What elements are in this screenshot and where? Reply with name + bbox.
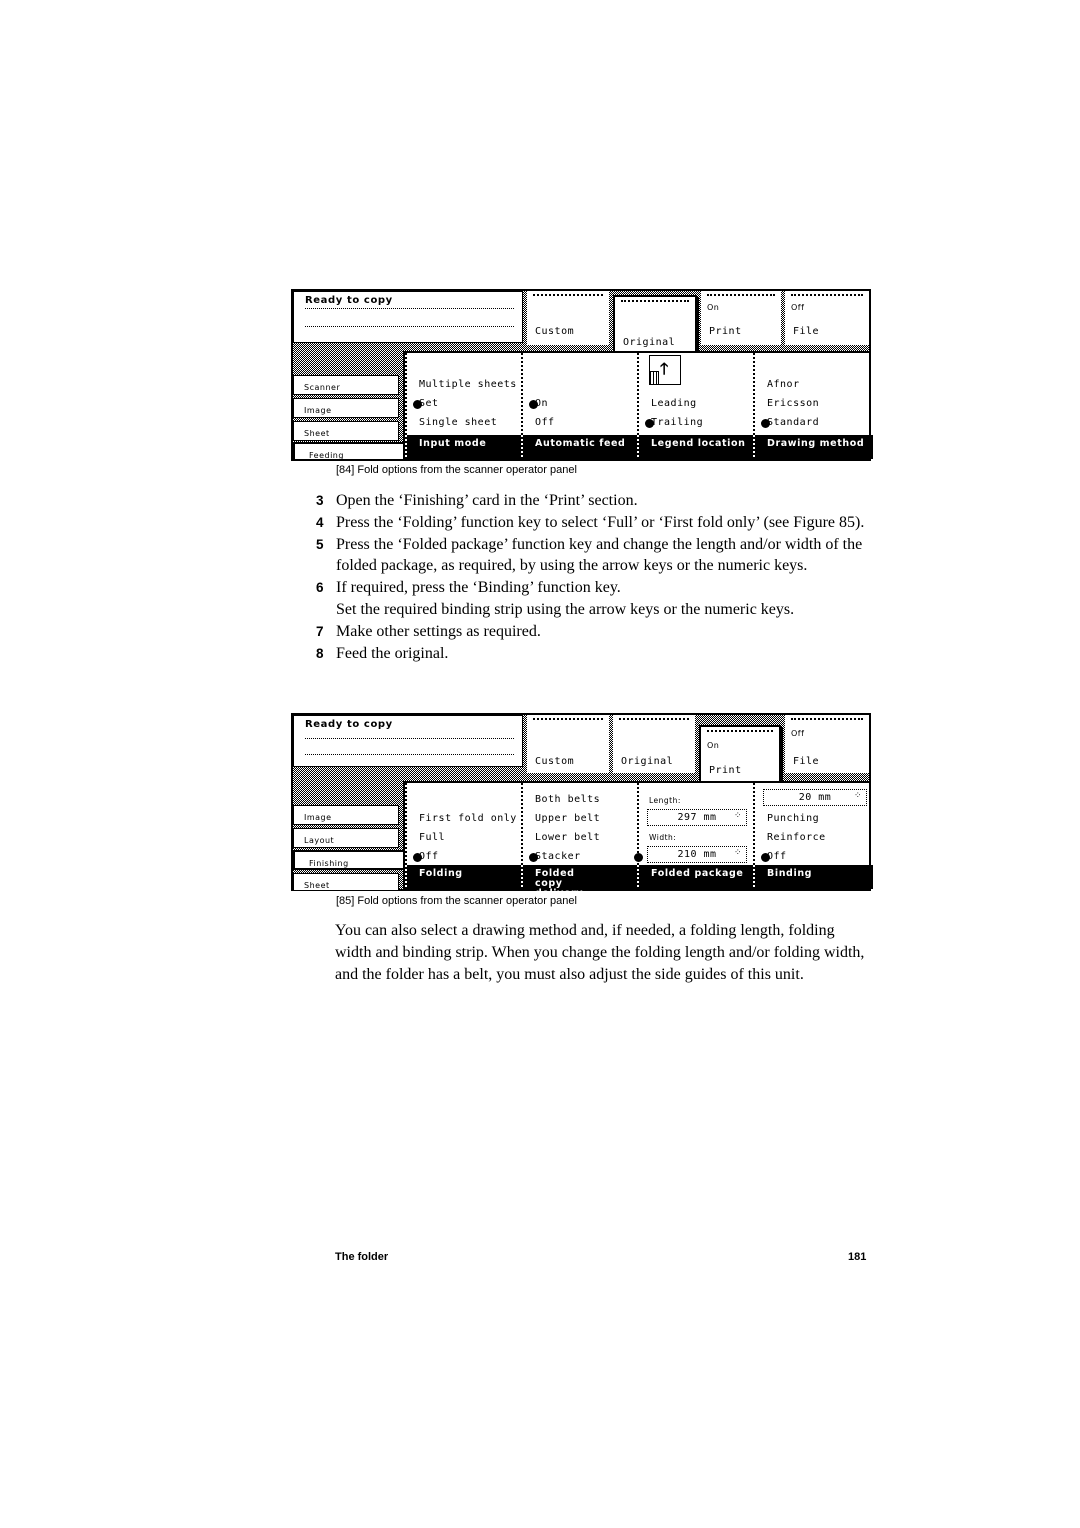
- selected-bullet-icon: [761, 853, 770, 862]
- body-paragraph: You can also select a drawing method and…: [335, 922, 865, 983]
- divider: [305, 308, 514, 309]
- card-file[interactable]: Off File: [785, 715, 869, 773]
- status-box: Ready to copy: [293, 715, 523, 767]
- column-folded-package: Length: 297 mm ⁘ Width: 210 mm ⁘ Folded …: [634, 783, 753, 889]
- column-drawing-method: Afnor Ericsson Standard Drawing method: [753, 353, 873, 459]
- step: 3 Open the ‘Finishing’ card in the ‘Print…: [316, 492, 638, 509]
- option-lower-belt[interactable]: Lower belt: [535, 832, 600, 843]
- status-title: Ready to copy: [305, 719, 393, 730]
- card-original[interactable]: Original: [613, 295, 697, 353]
- selected-bullet-icon: [761, 419, 770, 428]
- card-custom[interactable]: Custom: [527, 291, 609, 345]
- selected-bullet-icon: [645, 419, 654, 428]
- selected-bullet-icon: [413, 853, 422, 862]
- card-original[interactable]: Original: [613, 715, 695, 773]
- option-leading[interactable]: Leading: [651, 398, 697, 409]
- option-multiple-sheets[interactable]: Multiple sheets: [419, 379, 517, 390]
- selected-bullet-icon: [529, 400, 538, 409]
- divider: [305, 326, 514, 327]
- status-box: Ready to copy: [293, 291, 523, 343]
- card-print[interactable]: On Print: [699, 725, 781, 783]
- page-number: 181: [848, 1251, 867, 1263]
- step: 4 Press the ‘Folding’ function key to sel…: [316, 513, 865, 531]
- option-set[interactable]: Set: [413, 398, 439, 409]
- instruction-steps: 3 Open the ‘Finishing’ card in the ‘Print…: [316, 490, 876, 664]
- function-key-binding[interactable]: Binding: [755, 865, 873, 889]
- option-punching[interactable]: Punching: [767, 813, 819, 824]
- legend-strip-icon: [650, 371, 659, 384]
- status-title: Ready to copy: [305, 295, 393, 306]
- function-key-legend-location[interactable]: Legend location: [639, 435, 753, 459]
- card-body: Multiple sheets Set Single sheet Input m…: [403, 351, 873, 459]
- card-body: First fold only Full Off Folding Both be…: [403, 781, 873, 899]
- function-key-folding[interactable]: Folding: [407, 865, 521, 889]
- option-off[interactable]: Off: [535, 417, 555, 428]
- card-print[interactable]: On Print: [701, 291, 781, 345]
- column-input-mode: Multiple sheets Set Single sheet Input m…: [405, 353, 521, 459]
- spin-arrows-icon[interactable]: ⁘: [734, 848, 742, 858]
- side-tab-sheet[interactable]: Sheet: [293, 873, 399, 891]
- option-trailing[interactable]: Trailing: [645, 417, 703, 428]
- divider: [305, 754, 514, 755]
- function-key-folded-package[interactable]: Folded package: [639, 865, 753, 889]
- option-reinforce[interactable]: Reinforce: [767, 832, 826, 843]
- selected-bullet-icon: [634, 853, 643, 862]
- side-tab-image[interactable]: Image: [293, 805, 399, 825]
- function-key-automatic-feed[interactable]: Automatic feed: [523, 435, 637, 459]
- function-key-input-mode[interactable]: Input mode: [407, 435, 521, 459]
- step: 6 If required, press the ‘Binding’ functi…: [316, 579, 795, 618]
- figure-caption-84: [84] Fold options from the scanner opera…: [336, 464, 577, 476]
- length-input[interactable]: 297 mm ⁘: [647, 809, 747, 826]
- arrow-up-icon: 🡑: [660, 359, 669, 378]
- step: 7 Make other settings as required.: [316, 622, 541, 640]
- spin-arrows-icon[interactable]: ⁘: [734, 811, 742, 821]
- footer-section-title: The folder: [335, 1251, 389, 1263]
- side-tab-layout[interactable]: Layout: [293, 828, 399, 848]
- option-stacker[interactable]: Stacker: [529, 851, 581, 862]
- spin-arrows-icon[interactable]: ⁘: [854, 791, 862, 801]
- option-upper-belt[interactable]: Upper belt: [535, 813, 600, 824]
- card-file[interactable]: Off File: [785, 291, 869, 345]
- legend-location-icon: 🡑: [649, 355, 681, 385]
- scanner-panel-finishing: Ready to copy Custom Original On Print O…: [291, 713, 873, 899]
- option-first-fold-only[interactable]: First fold only: [419, 813, 517, 824]
- column-folded-copy-delivery: Both belts Upper belt Lower belt Stacker…: [521, 783, 637, 899]
- column-legend-location: 🡑 Leading Trailing Legend location: [637, 353, 753, 459]
- step: 5 Press the ‘Folded package’ function key…: [316, 535, 863, 575]
- selected-bullet-icon: [529, 853, 538, 862]
- option-on[interactable]: On: [529, 398, 548, 409]
- option-off[interactable]: Off: [761, 851, 787, 862]
- side-tab-finishing[interactable]: Finishing: [293, 850, 405, 870]
- option-ericsson[interactable]: Ericsson: [767, 398, 819, 409]
- option-afnor[interactable]: Afnor: [767, 379, 800, 390]
- option-standard[interactable]: Standard: [761, 417, 819, 428]
- option-off[interactable]: Off: [413, 851, 439, 862]
- function-key-folded-copy-delivery[interactable]: Folded copy delivery: [523, 865, 637, 899]
- column-folding: First fold only Full Off Folding: [405, 783, 521, 889]
- column-automatic-feed: On Off Automatic feed: [521, 353, 637, 459]
- side-tab-image[interactable]: Image: [293, 398, 399, 418]
- side-tab-scanner[interactable]: Scanner: [293, 375, 399, 395]
- width-input[interactable]: 210 mm ⁘: [647, 846, 747, 863]
- side-tab-sheet[interactable]: Sheet: [293, 421, 399, 441]
- figure-caption-85: [85] Fold options from the scanner opera…: [336, 895, 577, 907]
- option-single-sheet[interactable]: Single sheet: [419, 417, 497, 428]
- option-both-belts[interactable]: Both belts: [535, 794, 600, 805]
- option-full[interactable]: Full: [419, 832, 445, 843]
- selected-bullet-icon: [413, 400, 422, 409]
- card-custom[interactable]: Custom: [527, 715, 609, 773]
- binding-strip-input[interactable]: 20 mm ⁘: [763, 789, 867, 806]
- divider: [305, 738, 514, 739]
- function-key-drawing-method[interactable]: Drawing method: [755, 435, 873, 459]
- side-tab-feeding[interactable]: Feeding: [293, 442, 405, 461]
- step: 8 Feed the original.: [316, 644, 449, 662]
- scanner-panel-feeding: Ready to copy Custom Original On Print O…: [291, 289, 873, 461]
- column-binding: 20 mm ⁘ Punching Reinforce Off Binding: [753, 783, 873, 889]
